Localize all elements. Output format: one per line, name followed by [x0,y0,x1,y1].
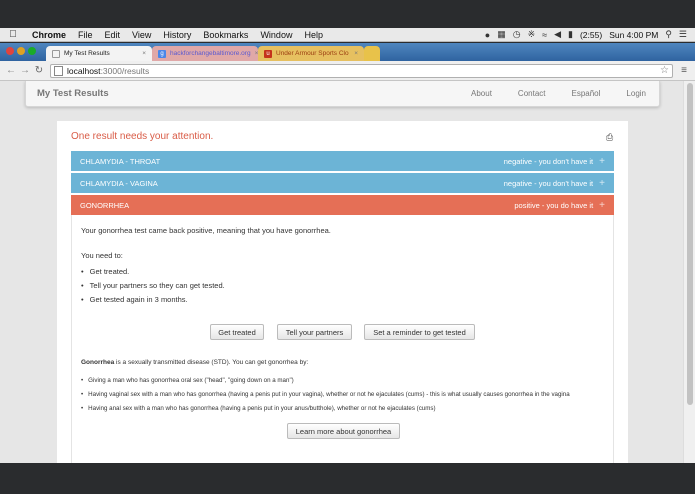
google-favicon-icon: g [158,49,166,58]
set-reminder-button[interactable]: Set a reminder to get tested [364,324,475,340]
page-scrollbar[interactable] [683,81,695,463]
minimize-window-button[interactable] [17,47,25,55]
result-test-name: GONORRHEA [80,200,130,210]
menu-app-name[interactable]: Chrome [26,30,72,40]
result-status: negative - you don't have it [503,156,594,166]
spotlight-icon[interactable]: ⚲ [665,29,672,40]
page-icon [52,49,60,58]
list-item: Get tested again in 3 months. [81,293,225,307]
nav-link-contact[interactable]: Contact [505,89,559,98]
menu-bookmarks[interactable]: Bookmarks [197,30,254,40]
bookmark-star-icon[interactable]: ☆ [660,65,672,76]
time-machine-icon[interactable]: ◷ [513,29,521,40]
page-icon [54,65,63,76]
result-test-name: CHLAMYDIA - THROAT [80,156,161,166]
close-tab-icon[interactable]: × [138,50,146,57]
get-treated-button[interactable]: Get treated [210,324,264,340]
menu-window[interactable]: Window [254,30,298,40]
apple-icon[interactable]:  [0,29,26,40]
transmission-list: Giving a man who has gonorrhea oral sex … [81,374,570,416]
list-item: Having anal sex with a man who has gonor… [81,402,570,416]
extension-icon[interactable]: ● [485,30,490,40]
close-tab-icon[interactable]: × [350,50,358,57]
notification-icon[interactable]: ☰ [679,29,687,40]
wifi-icon[interactable]: ≈ [542,30,547,40]
address-bar[interactable]: localhost :3000/results ☆ [50,63,673,78]
result-intro: Your gonorrhea test came back positive, … [81,226,331,235]
tab-under-armour[interactable]: u Under Armour Sports Clo × [258,46,364,61]
results-panel: One result needs your attention. ⎙ CHLAM… [57,121,628,463]
site-brand[interactable]: My Test Results [37,88,109,99]
learn-more-button[interactable]: Learn more about gonorrhea [287,423,400,439]
url-path: :3000/results [100,65,150,76]
chrome-menu-icon[interactable]: ≡ [677,65,691,76]
tab-title: My Test Results [64,50,110,57]
list-item: Giving a man who has gonorrhea oral sex … [81,374,570,388]
clock[interactable]: Sun 4:00 PM [609,30,658,40]
browser-toolbar: ← → ↻ localhost :3000/results ☆ ≡ [0,61,695,81]
gonorrhea-detail: Your gonorrhea test came back positive, … [71,215,614,463]
tab-my-test-results[interactable]: My Test Results × [46,46,152,61]
scrollbar-thumb[interactable] [687,83,693,405]
attention-heading: One result needs your attention. [71,131,214,142]
page-viewport: My Test Results About Contact Español Lo… [0,81,683,463]
tab-title: hackforchangebaltimore.org [170,50,251,57]
print-icon[interactable]: ⎙ [606,132,613,143]
menu-view[interactable]: View [126,30,157,40]
list-item: Get treated. [81,265,225,279]
browser-window: My Test Results × g hackforchangebaltimo… [0,43,695,463]
disease-description-text: is a sexually transmitted disease (STD).… [114,359,309,366]
battery-time: (2:55) [579,29,603,40]
site-navbar: My Test Results About Contact Español Lo… [25,81,660,107]
result-test-name: CHLAMYDIA - VAGINA [80,178,158,188]
back-arrow-icon[interactable]: ← [4,65,18,76]
expand-plus-icon[interactable]: + [599,178,605,189]
new-tab-button[interactable] [364,46,380,61]
zoom-window-button[interactable] [28,47,36,55]
result-status: negative - you don't have it [503,178,594,188]
under-armour-favicon-icon: u [264,49,272,58]
nav-link-espanol[interactable]: Español [559,89,614,98]
screen:  Chrome File Edit View History Bookmark… [0,0,695,494]
disease-description: Gonorrhea is a sexually transmitted dise… [81,359,308,366]
grid-icon[interactable]: ▦ [497,29,506,40]
nav-link-login[interactable]: Login [613,89,659,98]
mac-menu-bar:  Chrome File Edit View History Bookmark… [0,28,695,42]
close-tab-icon[interactable]: × [251,50,258,57]
nav-link-about[interactable]: About [458,89,505,98]
reload-icon[interactable]: ↻ [32,65,46,76]
result-status: positive - you do have it [514,200,594,210]
forward-arrow-icon[interactable]: → [18,65,32,76]
volume-icon[interactable]: ◀ [554,29,561,40]
bluetooth-icon[interactable]: ※ [528,29,536,40]
menu-file[interactable]: File [72,30,99,40]
need-to-heading: You need to: [81,251,123,260]
result-row-chlamydia-throat[interactable]: CHLAMYDIA - THROAT negative - you don't … [71,151,614,171]
tab-title: Under Armour Sports Clo [276,50,349,57]
tell-partners-button[interactable]: Tell your partners [277,324,352,340]
menu-help[interactable]: Help [298,30,329,40]
battery-icon[interactable]: ▮ [568,29,573,40]
menu-history[interactable]: History [157,30,197,40]
next-steps-list: Get treated. Tell your partners so they … [81,265,225,307]
list-item: Having vaginal sex with a man who has go… [81,388,570,402]
result-row-chlamydia-vagina[interactable]: CHLAMYDIA - VAGINA negative - you don't … [71,173,614,193]
result-row-gonorrhea[interactable]: GONORRHEA positive - you do have it + [71,195,614,215]
collapse-plus-icon[interactable]: + [599,200,605,211]
list-item: Tell your partners so they can get teste… [81,279,225,293]
tab-hackforchange[interactable]: g hackforchangebaltimore.org × [152,46,258,61]
expand-plus-icon[interactable]: + [599,156,605,167]
nav-links: About Contact Español Login [458,89,659,98]
close-window-button[interactable] [6,47,14,55]
menu-edit[interactable]: Edit [99,30,127,40]
url-host: localhost [67,65,101,76]
tab-strip: My Test Results × g hackforchangebaltimo… [0,43,695,61]
status-area: ● ▦ ◷ ※ ≈ ◀ ▮ (2:55) Sun 4:00 PM ⚲ ☰ [485,29,695,40]
disease-term: Gonorrhea [81,359,115,366]
